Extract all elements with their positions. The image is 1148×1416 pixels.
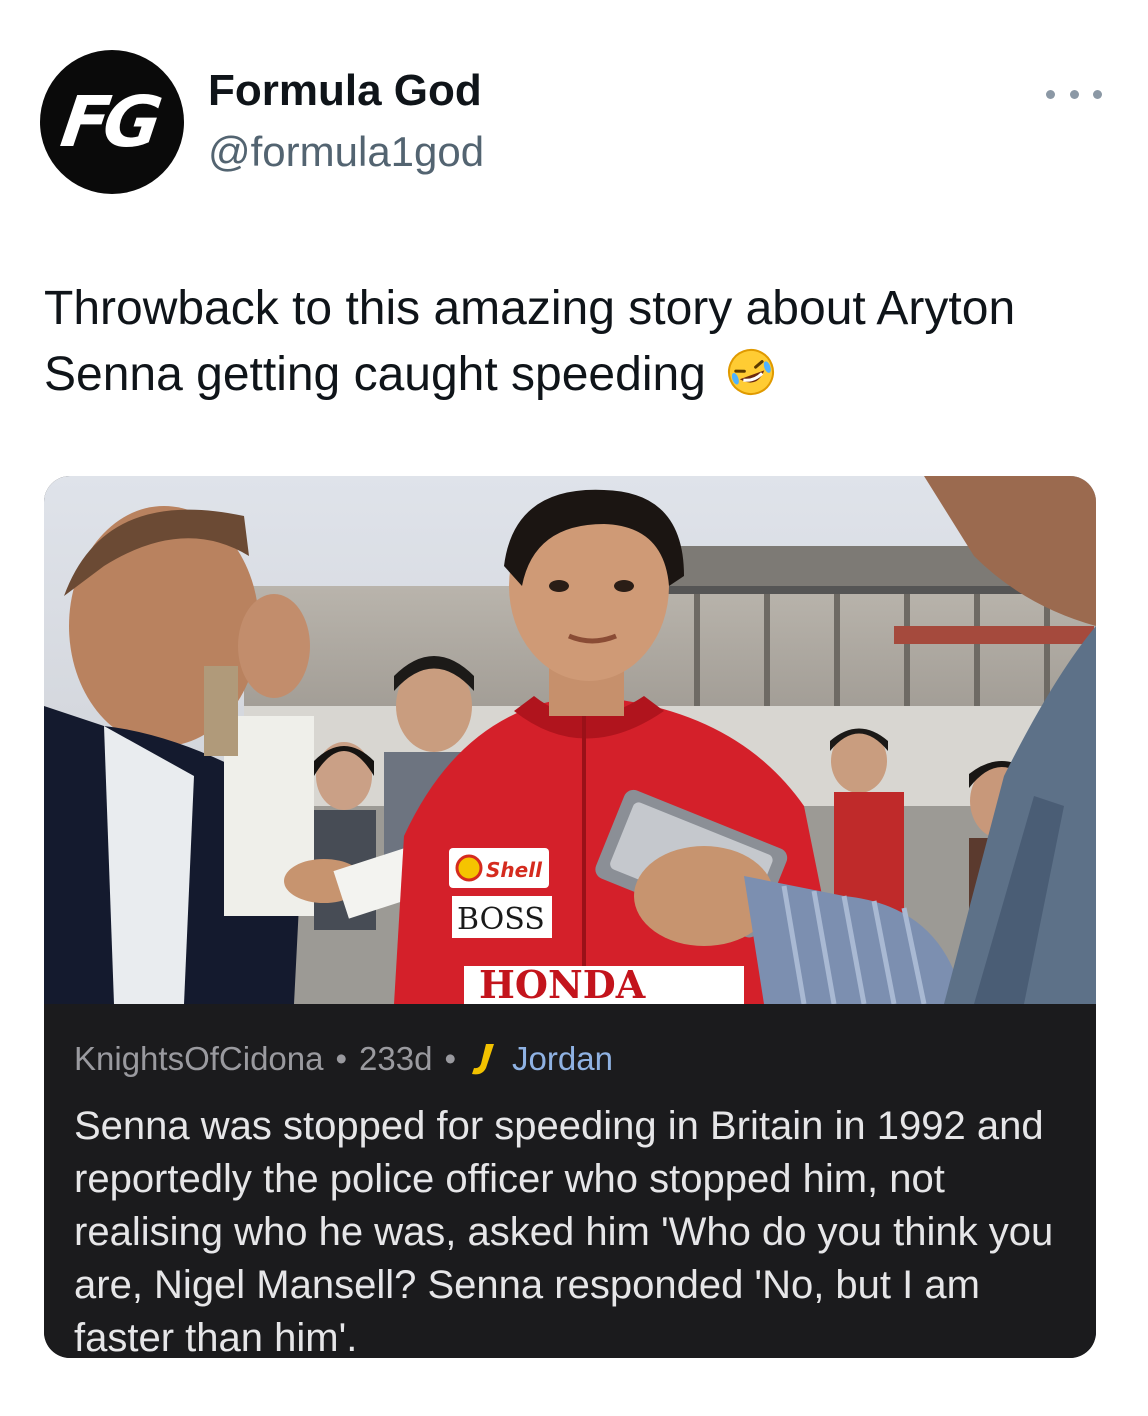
senna-press-photo: Shell BOSS HONDA [44, 476, 1096, 1004]
more-dot [1093, 89, 1102, 99]
comment-meta: KnightsOfCidona • 233d • Jordan [74, 1040, 613, 1078]
rofl-emoji-icon [728, 349, 775, 395]
reddit-comment-panel: KnightsOfCidona • 233d • Jordan Senna wa… [44, 1004, 1096, 1358]
comment-username: KnightsOfCidona [74, 1040, 324, 1077]
media-card[interactable]: Shell BOSS HONDA KnightsOfCidona • 233d … [44, 476, 1096, 1358]
sponsor-boss-logo: BOSS [457, 902, 545, 937]
comment-body: Senna was stopped for speeding in Britai… [74, 1104, 1054, 1358]
jordan-flair-icon [472, 1044, 495, 1075]
meta-separator: • [444, 1040, 457, 1077]
author-display-name[interactable]: Formula God [208, 66, 482, 116]
avatar-logo-text: FG [56, 81, 162, 163]
meta-separator: • [335, 1040, 348, 1077]
tweet-text: Throwback to this amazing story about Ar… [44, 276, 1104, 408]
comment-flair: Jordan [512, 1040, 613, 1077]
author-handle[interactable]: @formula1god [208, 128, 484, 176]
tweet-text-content: Throwback to this amazing story about Ar… [44, 282, 1016, 401]
sponsor-shell-logo: Shell [486, 858, 543, 882]
more-dot [1046, 89, 1055, 99]
author-avatar[interactable]: FG [40, 50, 184, 194]
more-dot [1069, 89, 1079, 99]
comment-age: 233d [359, 1040, 433, 1077]
sponsor-honda-logo: HONDA [479, 962, 646, 1004]
more-options-icon[interactable] [1046, 80, 1102, 108]
